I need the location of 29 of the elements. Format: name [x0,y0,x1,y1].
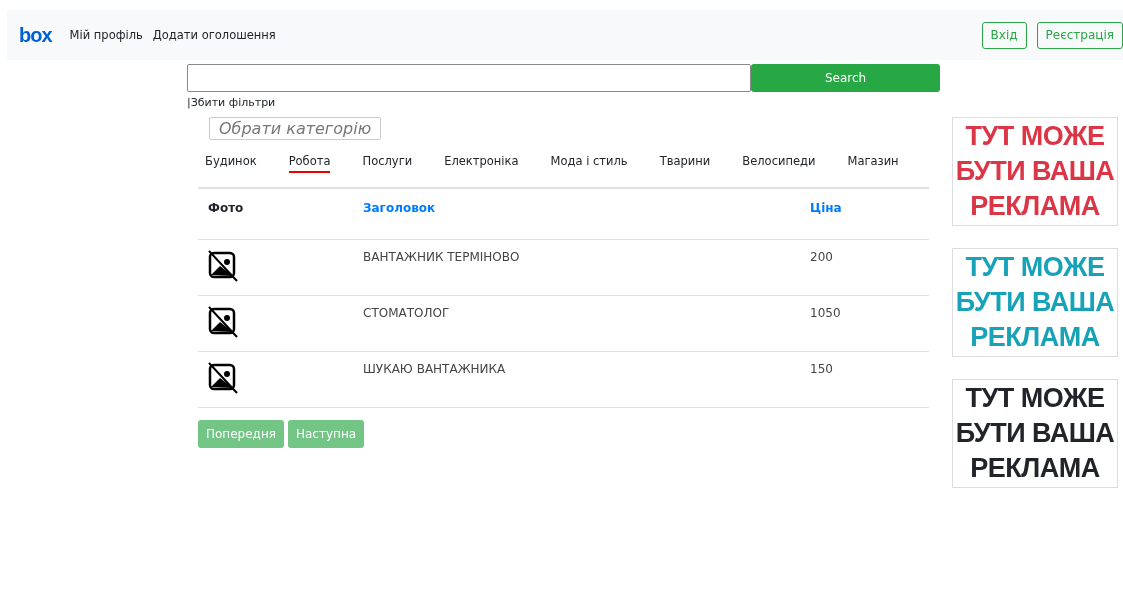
ad-banner: ТУТ МОЖЕ БУТИ ВАША РЕКЛАМА [952,379,1118,488]
category-button[interactable]: Обрати категорію [209,117,382,140]
category-tab[interactable]: Велосипеди [742,154,816,173]
broken-image-icon [208,362,238,394]
column-header[interactable]: Ціна [800,188,929,240]
search-field[interactable] [187,64,751,92]
category-tab[interactable]: Електроніка [444,154,519,173]
reset-filters-link[interactable]: |Збити фільтри [187,96,940,109]
table-cell: 1050 [800,295,929,352]
table-cell: ШУКАЮ ВАНТАЖНИКА [353,351,800,408]
logo[interactable]: box [19,23,52,47]
column-header[interactable]: Заголовок [353,188,800,240]
table-cell: 150 [800,351,929,408]
table-cell: СТОМАТОЛОГ [353,295,800,352]
ad-banner: ТУТ МОЖЕ БУТИ ВАША РЕКЛАМА [952,117,1118,226]
broken-image-icon [208,250,238,282]
category-tab[interactable]: Магазин [847,154,899,173]
nav-link[interactable]: Мій профіль [69,28,143,42]
category-tab[interactable]: Будинок [205,154,257,173]
category-tab[interactable]: Послуги [362,154,413,173]
table-cell: 200 [800,239,929,296]
nav-link[interactable]: Додати оголошення [152,28,276,42]
ad-banner: ТУТ МОЖЕ БУТИ ВАША РЕКЛАМА [952,248,1118,357]
category-tab[interactable]: Робота [288,154,331,173]
column-header: Фото [198,188,353,240]
category-tab[interactable]: Тварини [659,154,711,173]
table-cell: ВАНТАЖНИК ТЕРМІНОВО [353,239,800,296]
broken-image-icon [208,306,238,338]
category-tab[interactable]: Мода і стиль [550,154,628,173]
